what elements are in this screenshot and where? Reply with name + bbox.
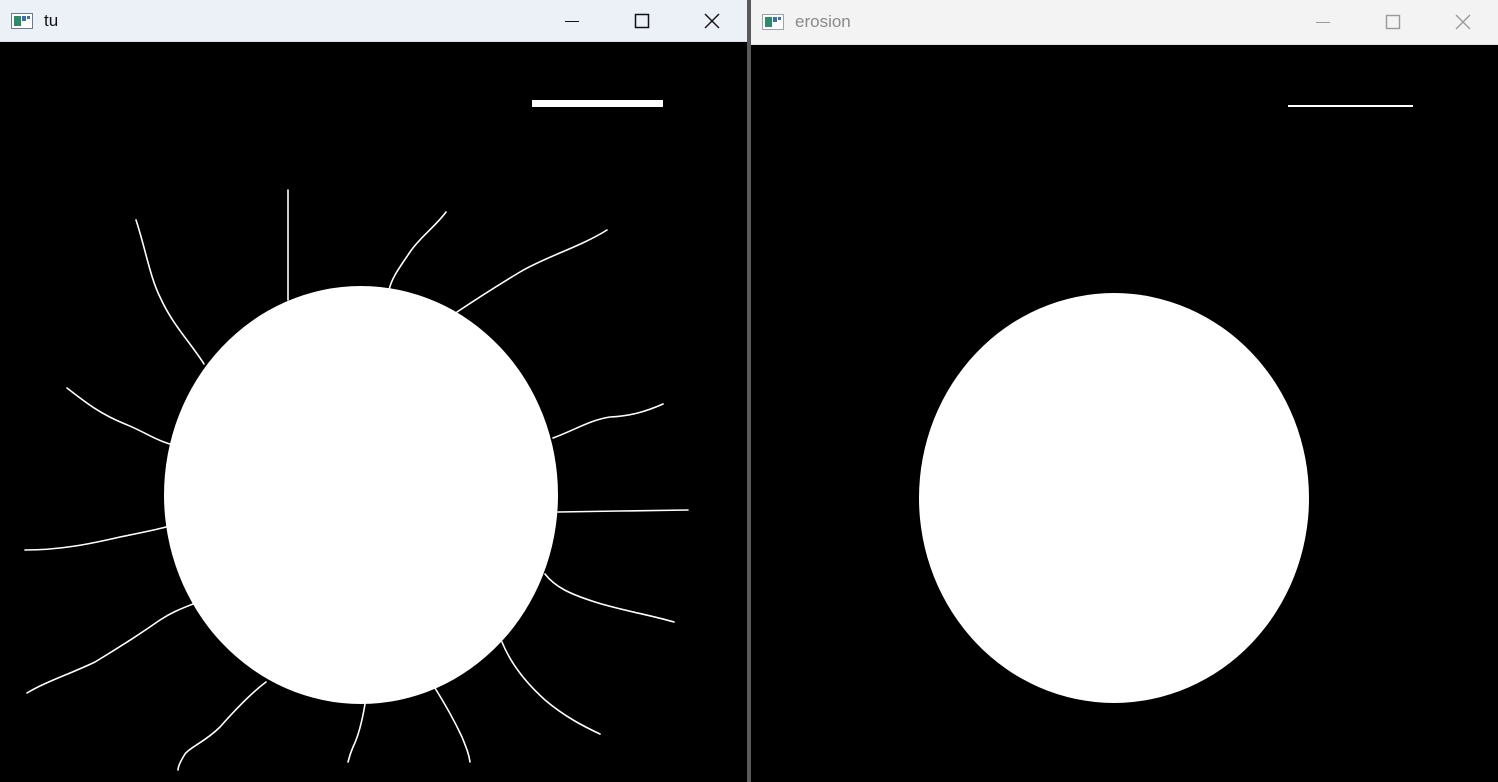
close-button[interactable] — [677, 0, 747, 41]
window-title: tu — [44, 10, 59, 30]
close-icon — [1455, 14, 1471, 30]
thin-line — [1288, 105, 1413, 107]
binary-image-eroded — [751, 45, 1498, 782]
image-canvas-erosion — [751, 45, 1498, 782]
white-circle — [164, 286, 558, 704]
maximize-icon — [634, 13, 650, 28]
close-icon — [704, 13, 720, 28]
image-canvas-tu — [0, 42, 747, 782]
window-erosion[interactable]: erosion — [751, 0, 1498, 782]
thick-line — [532, 100, 663, 107]
window-tu[interactable]: tu — [0, 0, 747, 782]
minimize-button[interactable] — [537, 0, 607, 41]
minimize-button[interactable] — [1288, 0, 1358, 44]
minimize-icon — [1316, 22, 1330, 23]
window-title: erosion — [795, 12, 851, 31]
maximize-button[interactable] — [607, 0, 677, 41]
white-circle — [919, 293, 1309, 703]
titlebar-tu[interactable]: tu — [0, 0, 747, 42]
desktop: tu erosion — [0, 0, 1498, 782]
close-button[interactable] — [1428, 0, 1498, 44]
binary-image-original — [0, 42, 747, 782]
maximize-button[interactable] — [1358, 0, 1428, 44]
minimize-icon — [565, 20, 579, 22]
image-window-icon — [11, 12, 33, 29]
titlebar-erosion[interactable]: erosion — [751, 0, 1498, 45]
image-window-icon — [762, 14, 784, 30]
maximize-icon — [1385, 14, 1401, 30]
